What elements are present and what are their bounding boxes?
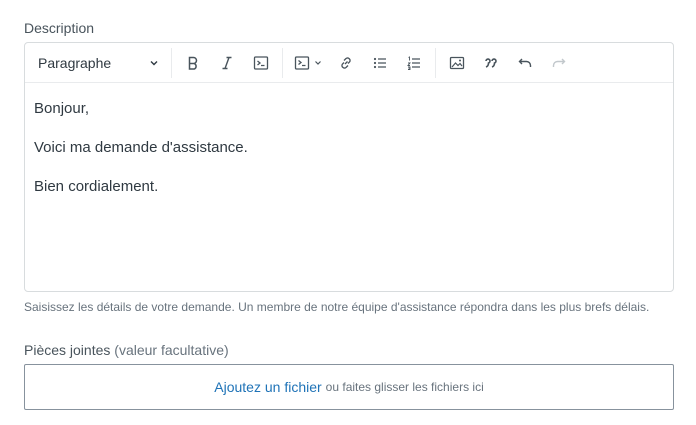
undo-button[interactable]	[508, 47, 542, 79]
content-paragraph: Bien cordialement.	[34, 178, 159, 195]
code-button[interactable]	[244, 47, 278, 79]
bulleted-list-icon	[373, 57, 386, 68]
attachments-label-text: Pièces jointes	[24, 342, 111, 358]
code-block-icon	[294, 55, 310, 70]
toolbar-separator	[282, 47, 283, 78]
image-button[interactable]	[440, 47, 474, 79]
code-icon	[253, 55, 269, 70]
description-hint: Saisissez les détails de votre demande. …	[24, 300, 650, 314]
redo-button[interactable]	[542, 47, 576, 79]
image-icon	[449, 56, 465, 69]
numbered-list-button[interactable]	[397, 47, 431, 79]
numbered-list-icon	[407, 55, 420, 70]
italic-button[interactable]	[210, 47, 244, 79]
italic-icon	[222, 56, 232, 69]
quote-icon	[485, 57, 497, 68]
bulleted-list-button[interactable]	[363, 47, 397, 79]
add-file-link[interactable]: Ajoutez un fichier	[214, 379, 321, 395]
description-label: Description	[24, 20, 95, 36]
code-block-button[interactable]	[287, 47, 329, 79]
block-format-value: Paragraphe	[38, 54, 112, 71]
content-paragraph: Voici ma demande d'assistance.	[34, 139, 248, 156]
bold-button[interactable]	[176, 47, 210, 79]
link-button[interactable]	[329, 47, 363, 79]
optional-indicator: (valeur facultative)	[114, 342, 229, 358]
chevron-down-icon	[315, 60, 321, 65]
quote-button[interactable]	[474, 47, 508, 79]
undo-icon	[518, 58, 532, 67]
toolbar-separator	[171, 47, 172, 78]
attachments-label: Pièces jointes (valeur facultative)	[24, 342, 229, 358]
toolbar-separator	[435, 47, 436, 78]
block-format-dropdown[interactable]: Paragraphe	[29, 47, 167, 79]
editor-content[interactable]: Bonjour, Voici ma demande d'assistance. …	[25, 83, 673, 232]
bold-icon	[188, 56, 198, 70]
link-icon	[341, 56, 351, 69]
content-paragraph: Bonjour,	[34, 100, 90, 117]
redo-icon	[552, 58, 566, 67]
drop-instructions: ou faites glisser les fichiers ici	[325, 380, 484, 394]
chevron-down-icon	[150, 60, 158, 65]
editor-toolbar: Paragraphe	[25, 43, 673, 83]
description-editor: Paragraphe Bonjour, Voici ma demande d'a…	[24, 42, 674, 292]
attachments-dropzone[interactable]: Ajoutez un fichier ou faites glisser les…	[24, 364, 674, 410]
